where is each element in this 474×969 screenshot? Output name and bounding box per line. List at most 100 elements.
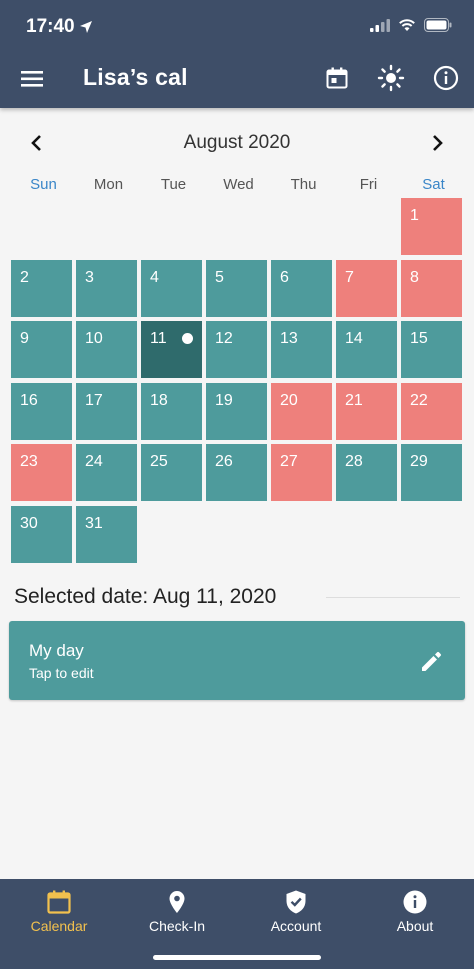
day-cell[interactable]: 24 [76,444,137,501]
day-number: 22 [410,391,428,409]
day-cell[interactable]: 11 [141,321,202,378]
wifi-icon [399,19,415,31]
shield-check-icon [286,890,306,914]
day-cell[interactable]: 7 [336,259,397,317]
day-number: 12 [215,330,233,347]
day-cell[interactable]: 23 [11,444,72,501]
day-number: 17 [85,391,103,409]
info-icon [403,890,427,914]
day-number: 14 [345,330,363,347]
calendar-grid: 1 2 3 4 5 6 7 8 9 10 11 12 13 14 15 16 17 18 19 20 21 22 23 24 2… [11,198,466,563]
day-number: 8 [410,268,419,286]
day-cell[interactable]: 31 [76,505,137,563]
day-number: 9 [20,330,29,347]
day-cell[interactable]: 25 [141,444,202,501]
weekday-label: Fri [359,176,378,193]
toolbar: Lisa’s cal [0,50,474,108]
day-cell[interactable]: 30 [11,505,72,563]
day-number: 26 [215,453,233,470]
empty-day-cell [141,198,202,255]
day-cell[interactable]: 19 [206,382,267,440]
day-cell[interactable]: 4 [141,259,202,317]
tab-account[interactable]: Account [237,889,355,934]
empty-day-cell [11,198,72,255]
weekday-label: Mon [93,176,124,193]
day-cell[interactable]: 14 [336,321,397,378]
day-cell[interactable]: 8 [401,259,462,317]
day-cell[interactable]: 6 [271,259,332,317]
day-cell[interactable]: 12 [206,321,267,378]
pencil-icon[interactable] [419,648,445,674]
day-number: 21 [345,391,363,409]
day-number: 31 [85,514,103,532]
tab-check-in-label: Check-In [148,918,206,934]
today-button[interactable] [323,64,351,92]
divider [326,597,460,598]
day-number: 28 [345,453,363,470]
day-cell[interactable]: 21 [336,382,397,440]
app-bar: 17:40 Lisa’s cal [0,0,474,108]
day-cell[interactable]: 1 [401,198,462,255]
day-cell[interactable]: 20 [271,382,332,440]
day-number: 20 [280,391,298,409]
info-button[interactable] [432,64,460,92]
day-cell[interactable]: 5 [206,259,267,317]
day-number: 16 [20,391,38,409]
day-number: 24 [85,453,103,470]
weekday-header: Sun Mon Tue Wed Thu Fri Sat [11,176,466,193]
selected-date-label: Selected date: Aug 11, 2020 [14,585,277,608]
day-number: 19 [215,391,233,409]
day-cell[interactable]: 10 [76,321,137,378]
battery-icon [424,18,452,32]
calendar-icon [47,890,71,914]
month-navigation: August 2020 [0,126,474,160]
day-cell[interactable]: 13 [271,321,332,378]
calendar-today-icon [326,67,348,89]
sun-icon [377,64,405,92]
next-month-icon[interactable] [424,130,450,156]
day-cell[interactable]: 27 [271,444,332,501]
day-entry-card[interactable]: My day Tap to edit [9,621,465,700]
day-number: 25 [150,453,168,470]
status-icons [370,18,452,32]
location-pin-icon [169,891,185,913]
day-number: 18 [150,391,168,409]
day-number: 30 [20,514,38,532]
day-cell[interactable]: 28 [336,444,397,501]
day-cell[interactable]: 3 [76,259,137,317]
day-number: 2 [20,268,29,286]
day-number: 4 [150,268,159,286]
day-number: 11 [150,330,167,347]
tab-calendar[interactable]: Calendar [0,889,118,934]
status-time-label: 17:40 [26,16,75,37]
day-cell[interactable]: 29 [401,444,462,501]
day-number: 3 [85,268,94,286]
day-number: 5 [215,268,224,286]
day-cell[interactable]: 15 [401,321,462,378]
month-label: August 2020 [183,132,291,153]
tab-check-in[interactable]: Check-In [118,889,236,934]
day-cell[interactable]: 17 [76,382,137,440]
day-cell[interactable]: 16 [11,382,72,440]
day-cell[interactable]: 9 [11,321,72,378]
day-cell[interactable]: 2 [11,259,72,317]
weekday-label: Sun [30,176,57,193]
day-number: 29 [410,453,428,470]
weekday-label: Wed [223,176,254,193]
tab-about[interactable]: About [356,889,474,934]
theme-toggle-button[interactable] [377,64,405,92]
menu-icon[interactable] [20,66,46,92]
empty-day-cell [271,198,332,255]
day-number: 15 [410,330,428,347]
day-cell[interactable]: 22 [401,382,462,440]
info-icon [433,65,459,91]
signal-icon [370,18,390,32]
bottom-navigation: Calendar Check-In Account About [0,879,474,969]
day-cell[interactable]: 18 [141,382,202,440]
home-indicator [153,955,321,960]
day-number: 23 [20,453,38,470]
day-cell[interactable]: 26 [206,444,267,501]
entry-indicator-dot [182,333,193,344]
status-bar: 17:40 [0,0,474,50]
weekday-label: Tue [160,176,187,193]
